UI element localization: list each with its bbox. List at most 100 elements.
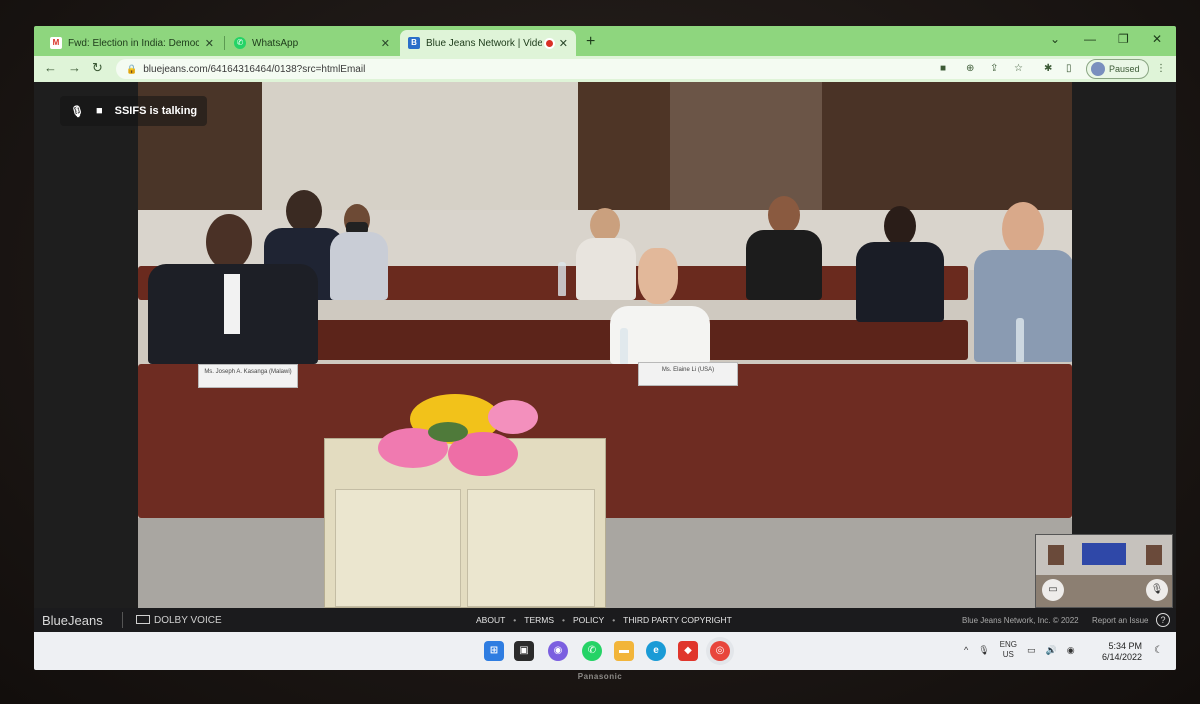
footer-links: ABOUT • TERMS • POLICY • THIRD PARTY COP… [476,615,732,625]
separator-dot: • [562,615,565,625]
minimize-button[interactable]: — [1084,32,1096,46]
divider [122,612,123,628]
eye-icon[interactable]: ◉ [1067,645,1075,656]
profile-status: Paused [1109,64,1140,74]
tab-title: Blue Jeans Network | Video C [426,37,542,49]
tab-title: WhatsApp [252,37,299,49]
teams-chat-icon[interactable]: ◉ [548,641,568,661]
notifications-icon[interactable]: ☾ [1154,645,1163,656]
lang-code: ENG [999,640,1018,649]
dolby-label: DOLBY VOICE [154,615,222,626]
forward-button[interactable]: → [68,60,81,75]
dolby-icon [136,615,150,624]
nameplate: Ms. Joseph A. Kasanga (Malawi) [198,364,298,388]
participant [850,206,946,322]
link-about[interactable]: ABOUT [476,615,505,625]
talking-indicator: 🎙 ■ SSIFS is talking [60,96,208,126]
extensions-icon[interactable]: ✱ [1044,63,1052,74]
kebab-menu-icon[interactable]: ⋮ [1156,63,1166,74]
tab-title: Fwd: Election in India: Democrac [68,37,199,49]
tab-gmail[interactable]: M Fwd: Election in India: Democrac ✕ [42,30,222,56]
tab-search-chevron-icon[interactable]: ⌄ [1050,32,1060,46]
nameplate: Ms. Elaine Li (USA) [638,362,738,386]
recording-icon [545,39,553,47]
task-view-icon[interactable]: ▣ [514,641,534,661]
tab-bluejeans[interactable]: B Blue Jeans Network | Video C ✕ [400,30,576,56]
browser-tab-strip: M Fwd: Election in India: Democrac ✕ ✆ W… [34,26,1176,56]
water-bottle [1016,318,1024,362]
chevron-up-icon[interactable]: ^ [964,645,968,655]
water-bottle [558,262,566,296]
dolby-voice-badge: DOLBY VOICE [136,615,222,626]
participant [324,204,394,300]
microphone-icon[interactable]: 🎙 [70,105,84,118]
wall-panel [822,82,1072,212]
reload-button[interactable]: ↻ [92,60,103,76]
chrome-icon[interactable]: ◎ [710,641,730,661]
gmail-icon: M [50,37,62,49]
file-explorer-icon[interactable]: ▬ [614,641,634,661]
restore-button[interactable]: ❐ [1118,32,1129,46]
browser-toolbar: ← → ↻ 🔒 bluejeans.com/64164316464/0138?s… [34,56,1176,82]
link-policy[interactable]: POLICY [573,615,604,625]
bluejeans-footer: BlueJeans DOLBY VOICE ABOUT • TERMS • PO… [34,608,1176,632]
report-issue-link[interactable]: Report an Issue [1092,616,1148,625]
volume-icon[interactable]: 🔊 [1046,645,1057,656]
talking-text: SSIFS is talking [114,105,198,117]
bluejeans-icon: B [408,37,420,49]
window-close-button[interactable]: ✕ [1152,32,1162,46]
bookmark-star-icon[interactable]: ☆ [1014,63,1023,74]
back-button[interactable]: ← [44,60,57,75]
video-stage: Ms. Joseph A. Kasanga (Malawi) Ms. Elain… [34,82,1176,608]
help-icon[interactable]: ? [1156,613,1170,627]
video-camera-icon[interactable]: ■ [96,105,103,117]
lang-region: US [1002,650,1014,659]
tab-whatsapp[interactable]: ✆ WhatsApp ✕ [226,30,398,56]
camera-toggle-icon[interactable]: ▭ [1042,579,1064,601]
flower-arrangement [368,382,558,492]
clock[interactable]: 5:34 PM 6/14/2022 [1102,641,1142,663]
anydesk-icon[interactable]: ◆ [678,641,698,661]
edge-icon[interactable]: e [646,641,666,661]
close-icon[interactable]: ✕ [381,37,390,50]
conference-room-feed: Ms. Joseph A. Kasanga (Malawi) Ms. Elain… [138,82,1072,608]
clock-time: 5:34 PM [1108,641,1143,651]
windows-taskbar: ⊞ ▣ ◉ ✆ ▬ e ◆ ◎ ^ 🎙 ENG US ▭ 🔊 ◉ 5:34 PM … [34,632,1176,670]
share-icon[interactable]: ⇪ [990,63,998,74]
tab-separator [224,36,225,50]
link-terms[interactable]: TERMS [524,615,554,625]
side-panel-icon[interactable]: ▯ [1066,63,1072,74]
wall-panel [670,82,822,212]
language-indicator[interactable]: ENG US [1000,640,1017,660]
separator-dot: • [612,615,616,625]
monitor-screen: M Fwd: Election in India: Democrac ✕ ✆ W… [34,26,1176,670]
water-bottle [620,328,628,364]
close-icon[interactable]: ✕ [205,37,214,50]
windows-start-icon[interactable]: ⊞ [484,641,504,661]
zoom-icon[interactable]: ⊕ [966,63,974,74]
new-tab-button[interactable]: + [586,33,595,51]
participant [144,214,324,364]
separator-dot: • [513,615,517,625]
url-text: bluejeans.com/64164316464/0138?src=htmlE… [143,63,366,75]
whatsapp-taskbar-icon[interactable]: ✆ [582,641,602,661]
clock-date: 6/14/2022 [1102,652,1143,662]
wall-panel [578,82,670,212]
profile-paused-button[interactable]: Paused [1086,59,1149,79]
microphone-tray-icon[interactable]: 🎙 [978,645,989,656]
self-view-thumbnail[interactable]: ▭ 🎙 [1035,534,1173,608]
copyright-text: Blue Jeans Network, Inc. © 2022 [962,616,1079,625]
lock-icon: 🔒 [126,63,138,74]
close-icon[interactable]: ✕ [559,37,568,50]
whatsapp-icon: ✆ [234,37,246,49]
camera-icon[interactable]: ■ [940,63,946,74]
microphone-toggle-icon[interactable]: 🎙 [1146,579,1168,601]
bluejeans-logo: BlueJeans [42,613,103,628]
monitor-brand: Panasonic [577,672,623,681]
participant [738,196,828,300]
participant-speaking [594,244,724,364]
system-tray: ^ 🎙 ENG US ▭ 🔊 ◉ [964,640,1075,660]
network-icon[interactable]: ▭ [1027,645,1036,656]
link-third-party-copyright[interactable]: THIRD PARTY COPYRIGHT [623,615,732,625]
avatar [1091,62,1105,76]
